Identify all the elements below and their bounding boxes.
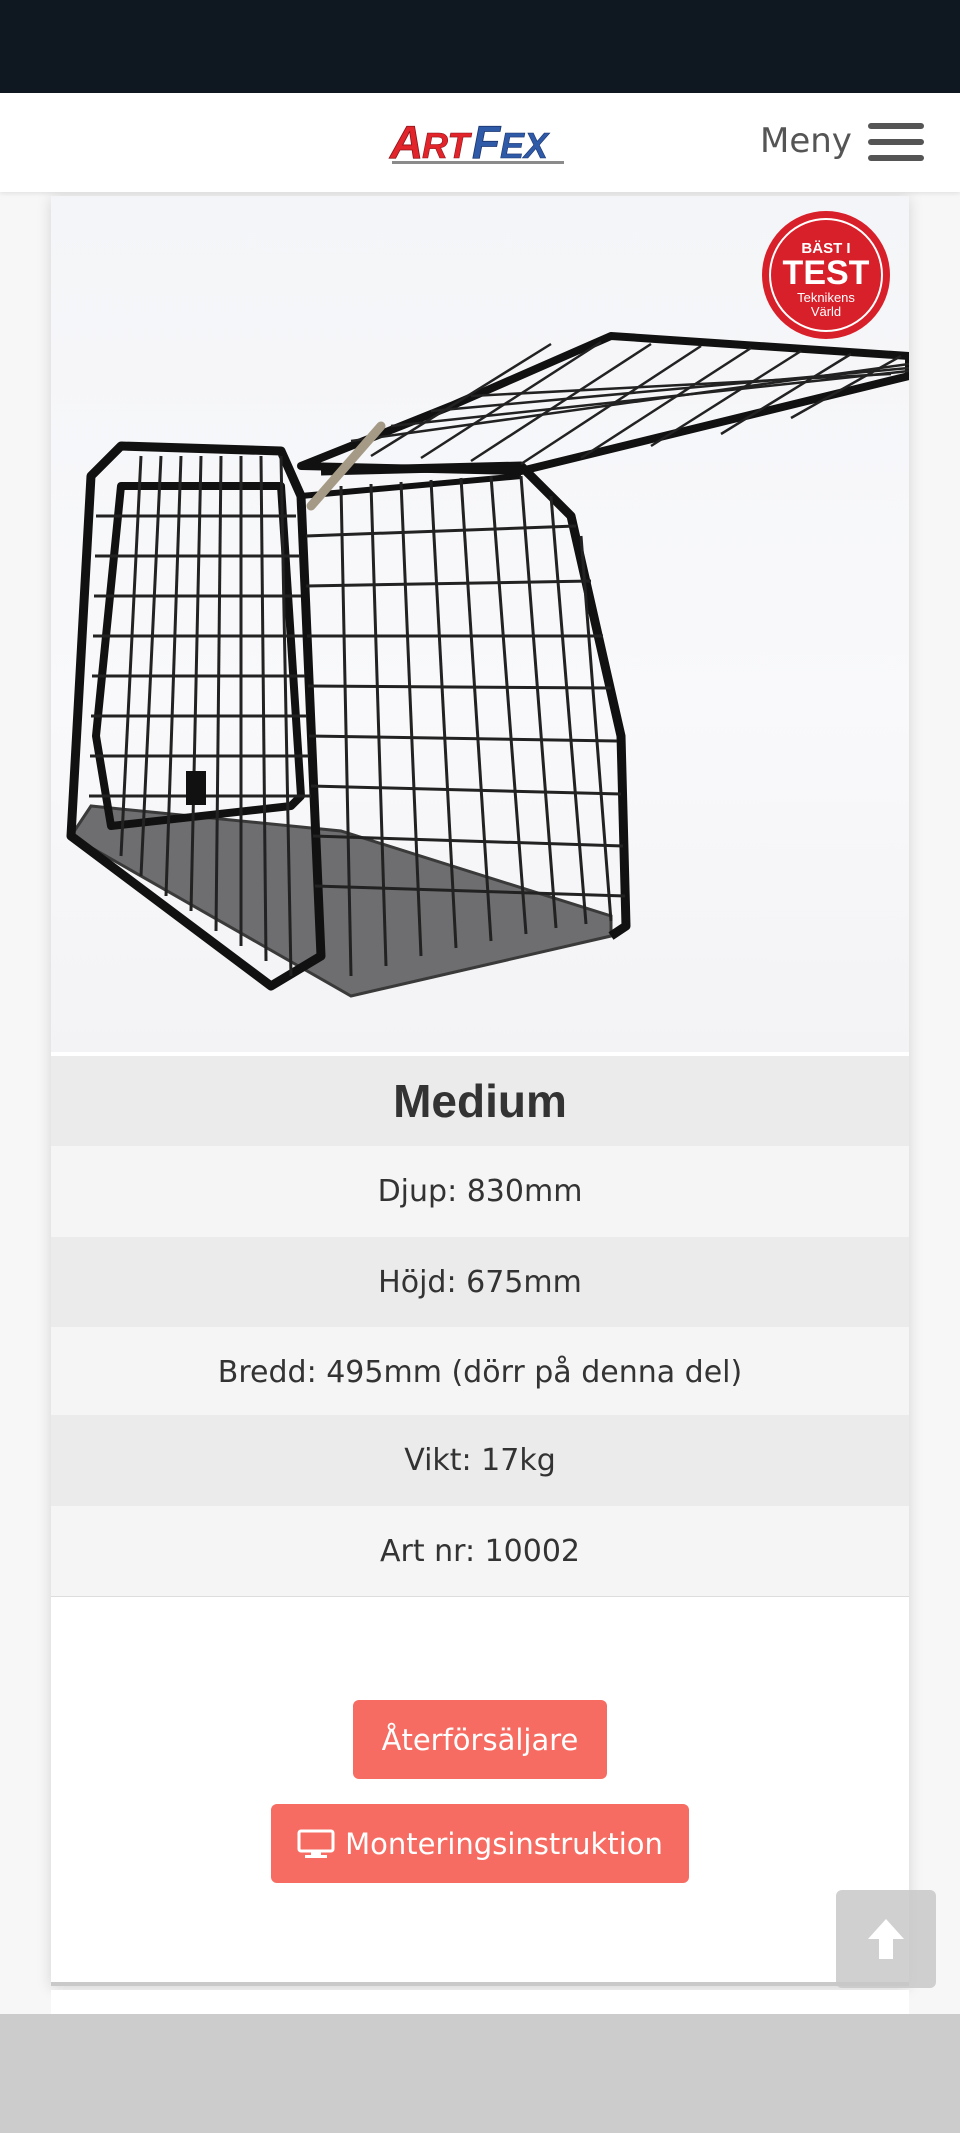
mounting-instructions-label: Monteringsinstruktion: [345, 1826, 663, 1861]
spec-depth: Djup: 830mm: [377, 1174, 583, 1209]
badge-line2: TEST: [783, 254, 870, 292]
product-title: Medium: [393, 1075, 567, 1127]
next-product-card: [51, 1990, 909, 2014]
product-image: BÄST I TEST Teknikens Värld: [51, 196, 909, 1052]
mounting-instructions-button[interactable]: Monteringsinstruktion: [271, 1804, 689, 1883]
product-title-row: Medium: [51, 1056, 909, 1146]
spec-height: Höjd: 675mm: [378, 1265, 582, 1300]
scroll-to-top-button[interactable]: [836, 1890, 936, 1988]
spec-row-width: Bredd: 495mm (dörr på denna del): [51, 1327, 909, 1418]
svg-text:RT: RT: [422, 125, 472, 166]
spec-width: Bredd: 495mm (dörr på denna del): [217, 1355, 743, 1390]
spec-divider: [51, 1596, 909, 1597]
status-bar: [0, 0, 960, 93]
hamburger-icon[interactable]: [868, 120, 924, 164]
monitor-icon: [297, 1829, 335, 1858]
menu-label[interactable]: Meny: [760, 121, 852, 161]
badge-line3: Teknikens: [797, 290, 855, 305]
spec-row-weight: Vikt: 17kg: [51, 1415, 909, 1506]
product-card: BÄST I TEST Teknikens Värld Medium Djup:…: [51, 196, 909, 1986]
spec-row-height: Höjd: 675mm: [51, 1237, 909, 1328]
svg-text:F: F: [472, 116, 502, 168]
spec-row-depth: Djup: 830mm: [51, 1146, 909, 1237]
site-header: A RT F EX Meny: [0, 93, 960, 192]
spec-article-number: Art nr: 10002: [379, 1534, 581, 1569]
best-in-test-badge: BÄST I TEST Teknikens Värld: [759, 208, 893, 342]
badge-line4: Värld: [811, 304, 841, 319]
spec-row-article-number: Art nr: 10002: [51, 1506, 909, 1597]
spec-weight: Vikt: 17kg: [404, 1443, 556, 1478]
svg-text:EX: EX: [500, 125, 550, 166]
retailers-button-label: Återförsäljare: [381, 1722, 579, 1757]
arrow-up-icon: [868, 1919, 904, 1959]
artfex-logo[interactable]: A RT F EX: [388, 113, 570, 169]
retailers-button[interactable]: Återförsäljare: [353, 1700, 607, 1779]
browser-bottom-bar: [0, 2014, 960, 2133]
card-bottom-border: [51, 1982, 909, 1986]
svg-text:A: A: [389, 116, 423, 168]
